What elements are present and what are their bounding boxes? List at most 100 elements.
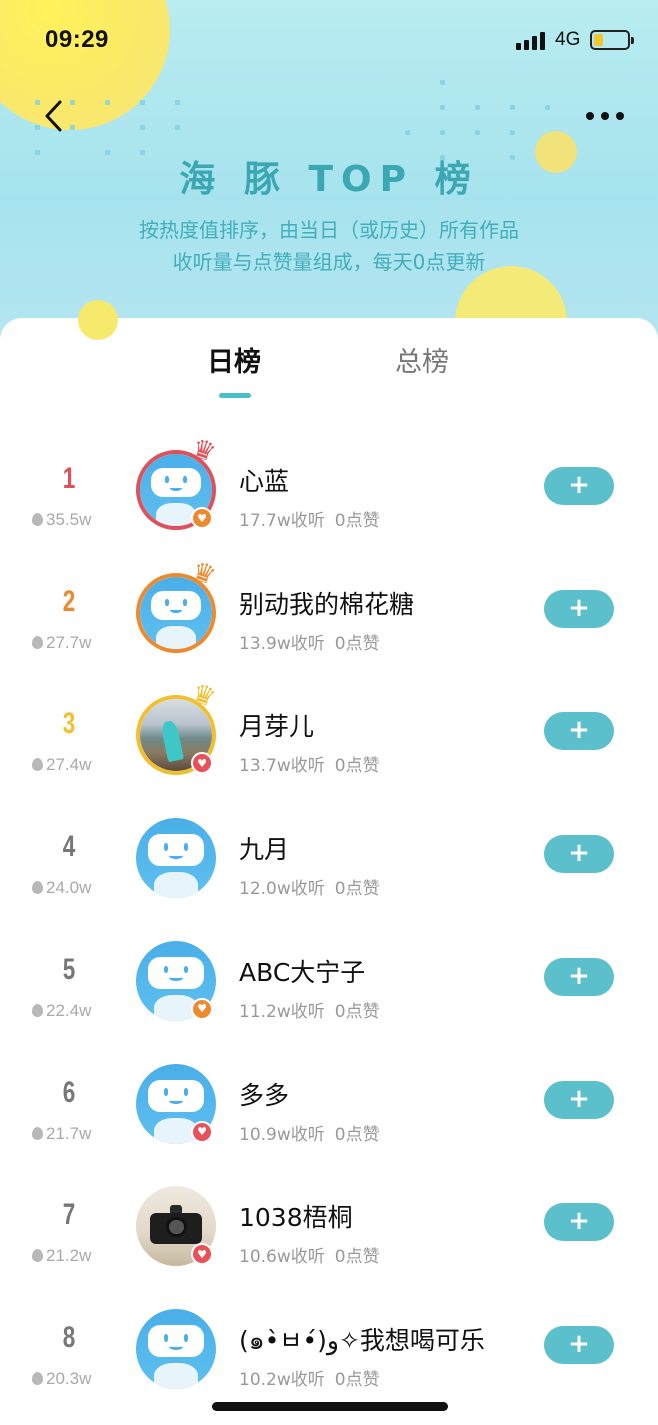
avatar[interactable]: ♥ [136, 1063, 216, 1144]
network-type: 4G [555, 29, 581, 50]
user-name[interactable]: 月芽儿 [239, 707, 314, 743]
heat-text: 21.7w [46, 1123, 92, 1143]
like-count: 0点赞 [334, 633, 380, 654]
list-item[interactable]: 6 21.7w ♥ 多多 10.9w收听 0点赞 + [0, 1054, 658, 1177]
avatar[interactable]: ♥ [136, 940, 216, 1021]
avatar[interactable]: ♛ [136, 556, 219, 653]
tab-total[interactable]: 总榜 [395, 340, 449, 379]
decor-dot [545, 105, 550, 110]
user-stats: 13.7w收听 0点赞 [239, 751, 380, 776]
status-time: 09:29 [45, 26, 109, 53]
chevron-left-icon [45, 100, 62, 132]
user-stats: 10.6w收听 0点赞 [239, 1242, 380, 1267]
heart-badge-icon: ♥ [191, 507, 213, 529]
flame-icon [32, 1126, 43, 1140]
listen-count: 13.9w收听 [239, 633, 325, 654]
user-name[interactable]: 九月 [239, 830, 289, 866]
flame-icon [32, 1371, 43, 1385]
heat-text: 21.2w [46, 1246, 92, 1266]
listen-count: 12.0w收听 [239, 879, 325, 900]
user-stats: 12.0w收听 0点赞 [239, 874, 380, 899]
listen-count: 11.2w收听 [239, 1001, 325, 1022]
heat-value: 27.7w [32, 633, 91, 653]
user-stats: 11.2w收听 0点赞 [239, 997, 380, 1022]
back-button[interactable] [40, 98, 70, 134]
user-name[interactable]: ABC大宁子 [239, 953, 365, 989]
decor-dot [510, 105, 515, 110]
list-item[interactable]: 5 22.4w ♥ ABC大宁子 11.2w收听 0点赞 + [0, 931, 658, 1054]
user-name[interactable]: (๑•̀ㅂ•́)و✧我想喝可乐 [239, 1321, 485, 1361]
more-dot-icon [616, 112, 624, 120]
follow-button[interactable]: + [544, 1325, 614, 1364]
list-item[interactable]: 3 27.4w ♛ ♥ 月芽儿 13.7w收听 0点赞 + [0, 679, 658, 808]
crown-icon: ♛ [187, 678, 220, 715]
heart-badge-icon: ♥ [191, 1120, 213, 1143]
user-name[interactable]: 心蓝 [239, 462, 289, 498]
decor-dot [440, 130, 445, 135]
flame-icon [32, 1249, 43, 1263]
user-stats: 10.2w收听 0点赞 [239, 1365, 380, 1390]
list-item[interactable]: 1 35.5w ♛ ♥ 心蓝 17.7w收听 0点赞 + [0, 433, 658, 563]
heat-value: 24.0w [32, 878, 91, 898]
heat-value: 21.7w [32, 1124, 91, 1144]
follow-button[interactable]: + [544, 1203, 614, 1242]
listen-count: 10.6w收听 [239, 1247, 325, 1268]
user-stats: 17.7w收听 0点赞 [239, 506, 380, 531]
user-name[interactable]: 1038梧桐 [239, 1198, 353, 1234]
list-item[interactable]: 4 24.0w 九月 12.0w收听 0点赞 + [0, 808, 658, 931]
flame-icon [32, 513, 43, 526]
follow-button[interactable]: + [544, 957, 614, 996]
follow-button[interactable]: + [544, 712, 614, 751]
rank-number: 3 [62, 707, 76, 741]
heat-text: 27.4w [46, 755, 92, 775]
avatar[interactable] [136, 818, 216, 899]
heat-value: 35.5w [32, 510, 91, 530]
like-count: 0点赞 [334, 756, 380, 777]
tab-daily[interactable]: 日榜 [207, 340, 261, 379]
heart-badge-icon: ♥ [191, 997, 213, 1020]
flame-icon [32, 635, 43, 649]
rank-number: 8 [62, 1320, 76, 1354]
flame-icon [32, 758, 43, 772]
avatar[interactable]: ♥ [136, 1186, 216, 1267]
battery-icon [590, 30, 634, 50]
decor-dot [440, 105, 445, 110]
avatar[interactable]: ♛ ♥ [136, 679, 219, 776]
listen-count: 10.9w收听 [239, 1124, 325, 1145]
listen-count: 17.7w收听 [239, 511, 325, 531]
like-count: 0点赞 [334, 879, 380, 900]
user-name[interactable]: 别动我的棉花糖 [239, 585, 414, 621]
rank-number: 6 [62, 1075, 76, 1109]
decor-dot [475, 130, 480, 135]
rank-number: 4 [62, 830, 76, 864]
more-button[interactable] [582, 108, 628, 122]
rank-number: 5 [62, 952, 76, 986]
list-item[interactable]: 7 21.2w ♥ 1038梧桐 10.6w收听 0点赞 + [0, 1176, 658, 1299]
user-name[interactable]: 多多 [239, 1076, 289, 1112]
list-item[interactable]: 2 27.7w ♛ 别动我的棉花糖 13.9w收听 0点赞 + [0, 556, 658, 686]
rank-number: 2 [62, 584, 76, 618]
heat-text: 27.7w [46, 632, 92, 652]
avatar[interactable] [136, 1308, 216, 1389]
follow-button[interactable]: + [544, 589, 614, 628]
heat-value: 21.2w [32, 1246, 91, 1266]
avatar[interactable]: ♛ ♥ [136, 433, 219, 530]
heat-value: 27.4w [32, 755, 91, 775]
decor-dot [175, 125, 180, 130]
follow-button[interactable]: + [544, 1080, 614, 1119]
signal-icon [516, 32, 548, 50]
decor-dot [105, 100, 110, 105]
home-indicator[interactable] [212, 1402, 448, 1411]
flame-icon [32, 1003, 43, 1017]
crown-icon: ♛ [187, 555, 220, 592]
user-stats: 13.9w收听 0点赞 [239, 629, 380, 654]
heat-text: 22.4w [46, 1000, 92, 1020]
page-title: 海 豚 TOP 榜 [179, 159, 479, 200]
decor-dot [475, 105, 480, 110]
like-count: 0点赞 [334, 1369, 380, 1390]
rank-number: 7 [62, 1198, 76, 1232]
follow-button[interactable]: + [544, 467, 614, 505]
decor-dot [70, 125, 75, 130]
follow-button[interactable]: + [544, 835, 614, 874]
like-count: 0点赞 [334, 1001, 380, 1022]
